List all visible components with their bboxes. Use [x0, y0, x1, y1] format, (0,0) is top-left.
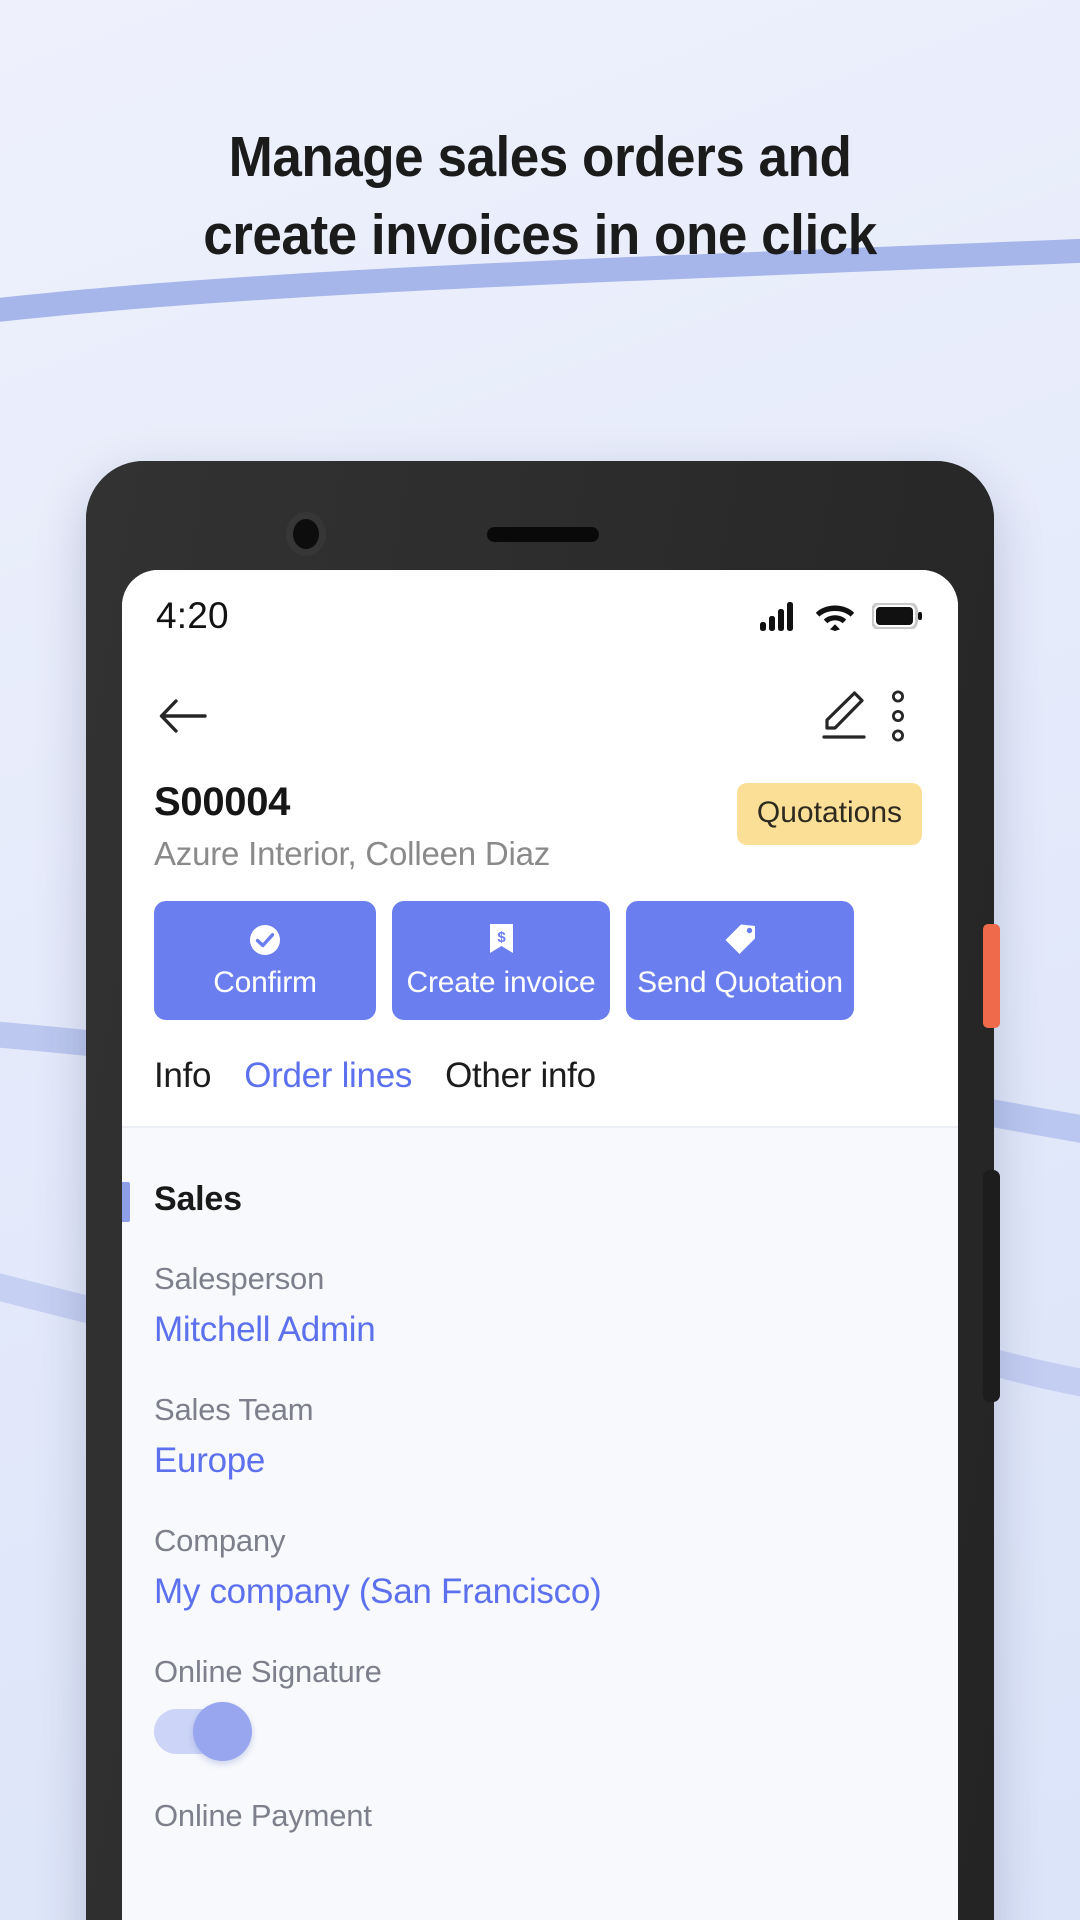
field-company: Company My company (San Francisco) — [154, 1523, 922, 1612]
field-online-signature: Online Signature — [154, 1654, 922, 1761]
battery-icon — [872, 603, 922, 629]
create-invoice-button[interactable]: $ Create invoice — [392, 901, 610, 1020]
send-quotation-button[interactable]: Send Quotation — [626, 901, 854, 1020]
field-salesperson-label: Salesperson — [154, 1261, 325, 1296]
status-icons — [760, 601, 922, 631]
headline-line-2: create invoices in one click — [203, 203, 877, 267]
record-header: S00004 Azure Interior, Colleen Diaz Quot… — [122, 770, 958, 873]
svg-text:$: $ — [497, 929, 506, 946]
tab-info[interactable]: Info — [154, 1056, 211, 1096]
power-button[interactable] — [983, 924, 1000, 1028]
record-titles: S00004 Azure Interior, Colleen Diaz — [154, 778, 737, 873]
field-online-payment-label: Online Payment — [154, 1798, 372, 1833]
more-vertical-icon[interactable] — [874, 685, 922, 747]
invoice-dollar-icon: $ — [488, 923, 515, 957]
page-title: Manage sales orders and create invoices … — [38, 118, 1042, 274]
app-bar — [122, 662, 958, 770]
status-time: 4:20 — [156, 595, 229, 636]
field-online-signature-label: Online Signature — [154, 1654, 382, 1689]
record-reference: S00004 — [154, 780, 291, 824]
field-salesperson: Salesperson Mitchell Admin — [154, 1261, 922, 1350]
action-button-row: Confirm $ Create invoice Send Quotation — [122, 873, 958, 1020]
field-company-label: Company — [154, 1523, 286, 1558]
status-bar: 4:20 — [122, 570, 958, 662]
field-sales-team-value[interactable]: Europe — [154, 1441, 922, 1481]
tab-bar: Info Order lines Other info — [122, 1020, 958, 1128]
volume-button[interactable] — [983, 1170, 1000, 1402]
back-arrow-icon[interactable] — [152, 685, 214, 747]
promo-page: Manage sales orders and create invoices … — [0, 0, 1080, 1920]
create-invoice-button-label: Create invoice — [406, 966, 596, 999]
earpiece-speaker-icon — [487, 527, 599, 542]
field-salesperson-value[interactable]: Mitchell Admin — [154, 1310, 922, 1350]
signal-icon — [760, 601, 793, 631]
online-signature-toggle[interactable] — [154, 1702, 252, 1761]
tab-other-info[interactable]: Other info — [445, 1056, 596, 1096]
confirm-button[interactable]: Confirm — [154, 901, 376, 1020]
field-company-value[interactable]: My company (San Francisco) — [154, 1572, 922, 1612]
field-sales-team-label: Sales Team — [154, 1392, 314, 1427]
tag-icon — [722, 923, 758, 957]
section-header-sales: Sales — [122, 1180, 922, 1222]
field-sales-team: Sales Team Europe — [154, 1392, 922, 1481]
headline-line-1: Manage sales orders and — [228, 125, 852, 189]
wifi-icon — [815, 605, 855, 631]
section-accent-bar — [122, 1182, 130, 1222]
record-customer: Azure Interior, Colleen Diaz — [154, 835, 551, 872]
section-title: Sales — [154, 1180, 242, 1218]
tab-order-lines[interactable]: Order lines — [244, 1056, 412, 1096]
toggle-knob — [193, 1702, 252, 1761]
confirm-button-label: Confirm — [213, 966, 317, 999]
pencil-icon[interactable] — [812, 685, 874, 747]
send-quotation-button-label: Send Quotation — [637, 966, 843, 999]
front-camera-icon — [293, 519, 319, 549]
check-circle-icon — [248, 923, 282, 957]
details-sheet: Sales Salesperson Mitchell Admin Sales T… — [122, 1128, 958, 1920]
status-badge: Quotations — [736, 783, 922, 845]
phone-screen: 4:20 S00004 Azure Interior, Colleen Diaz… — [122, 570, 958, 1920]
